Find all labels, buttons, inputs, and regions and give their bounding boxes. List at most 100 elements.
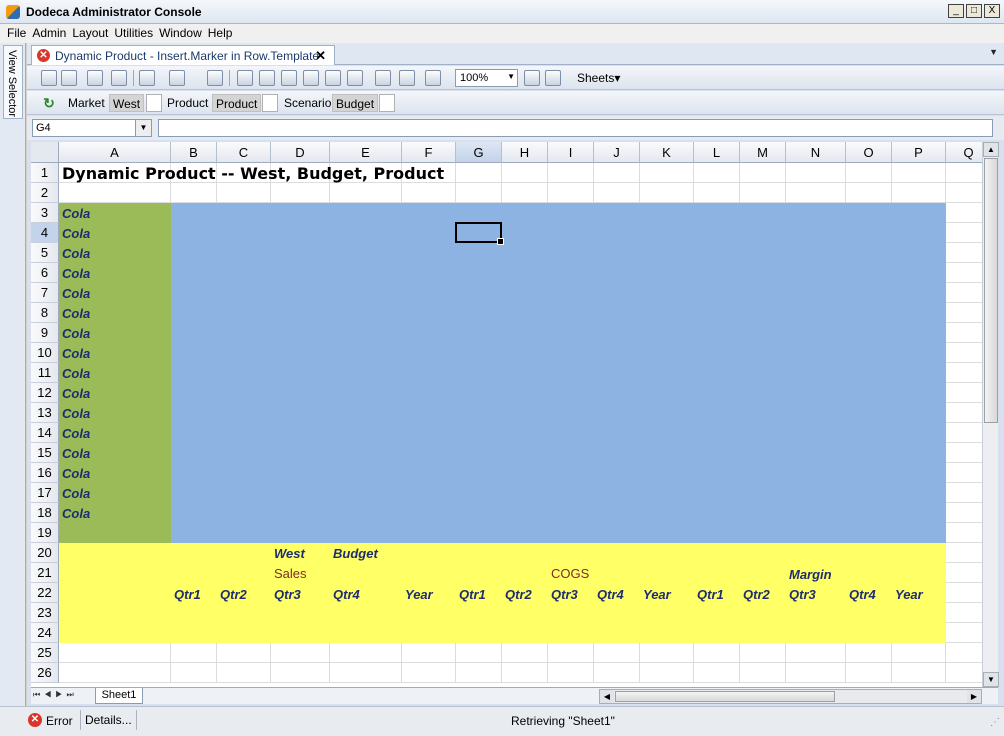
row-header-16[interactable]: 16 (31, 463, 59, 483)
row-header-7[interactable]: 7 (31, 283, 59, 303)
row-header-23[interactable]: 23 (31, 603, 59, 623)
column-header-b[interactable]: B (171, 142, 217, 163)
excel-export-icon[interactable] (111, 70, 127, 86)
scroll-up-icon[interactable]: ▲ (983, 142, 999, 157)
refresh-icon[interactable]: ↻ (41, 95, 57, 111)
column-header-q[interactable]: Q (946, 142, 982, 163)
error-icon[interactable]: ✕ (28, 713, 42, 727)
save-icon[interactable] (41, 70, 57, 86)
scenario-selector-box[interactable] (379, 94, 395, 112)
row-header-9[interactable]: 9 (31, 323, 59, 343)
row-header-17[interactable]: 17 (31, 483, 59, 503)
maximize-button[interactable]: □ (966, 4, 982, 18)
formula-input[interactable] (158, 119, 993, 137)
column-header-a[interactable]: A (59, 142, 171, 163)
excel-icon[interactable] (87, 70, 103, 86)
zoom-out-data-icon[interactable] (281, 70, 297, 86)
column-header-d[interactable]: D (271, 142, 330, 163)
chevron-down-icon[interactable]: ▼ (135, 120, 151, 136)
row-header-5[interactable]: 5 (31, 243, 59, 263)
horizontal-scrollbar[interactable]: ◀ ▶ (599, 689, 982, 704)
minimize-button[interactable]: _ (948, 4, 964, 18)
scroll-left-icon[interactable]: ◀ (600, 690, 614, 703)
row-header-14[interactable]: 14 (31, 423, 59, 443)
menu-file[interactable]: File (4, 24, 29, 43)
column-header-o[interactable]: O (846, 142, 892, 163)
comments-icon[interactable] (425, 70, 441, 86)
column-header-e[interactable]: E (330, 142, 402, 163)
close-tab-icon[interactable]: ✕ (315, 48, 326, 64)
view-selector-tab[interactable]: View Selector (3, 45, 23, 119)
row-header-26[interactable]: 26 (31, 663, 59, 683)
calculate-icon[interactable] (375, 70, 391, 86)
scroll-right-icon[interactable]: ▶ (967, 690, 981, 703)
row-header-15[interactable]: 15 (31, 443, 59, 463)
sheets-button[interactable]: Sheets▾ (577, 71, 620, 85)
column-header-n[interactable]: N (786, 142, 846, 163)
scenario-value[interactable]: Budget (332, 94, 379, 112)
menu-help[interactable]: Help (205, 24, 236, 43)
tab-list-dropdown-icon[interactable]: ▼ (989, 47, 998, 57)
row-header-22[interactable]: 22 (31, 583, 59, 603)
row-header-10[interactable]: 10 (31, 343, 59, 363)
market-value[interactable]: West (109, 94, 145, 112)
hierarchy-icon[interactable] (399, 70, 415, 86)
save-as-icon[interactable] (61, 70, 77, 86)
zoom-out-icon[interactable] (545, 70, 561, 86)
name-box[interactable]: G4 ▼ (32, 119, 152, 137)
row-header-4[interactable]: 4 (31, 223, 59, 243)
column-header-h[interactable]: H (502, 142, 548, 163)
pivot-icon[interactable] (347, 70, 363, 86)
column-header-j[interactable]: J (594, 142, 640, 163)
document-tab[interactable]: ✕ Dynamic Product - Insert.Marker in Row… (31, 45, 335, 65)
column-header-k[interactable]: K (640, 142, 694, 163)
selected-cell[interactable] (455, 222, 504, 245)
row-header-6[interactable]: 6 (31, 263, 59, 283)
keep-only-icon[interactable] (303, 70, 319, 86)
remove-only-icon[interactable] (325, 70, 341, 86)
row-header-11[interactable]: 11 (31, 363, 59, 383)
zoom-select[interactable]: 100% ▼ (455, 69, 518, 87)
row-header-21[interactable]: 21 (31, 563, 59, 583)
row-header-24[interactable]: 24 (31, 623, 59, 643)
row-header-2[interactable]: 2 (31, 183, 59, 203)
row-header-12[interactable]: 12 (31, 383, 59, 403)
column-header-c[interactable]: C (217, 142, 271, 163)
horizontal-scroll-thumb[interactable] (615, 691, 835, 702)
details-button[interactable]: Details... (80, 710, 137, 730)
menu-window[interactable]: Window (156, 24, 205, 43)
column-header-i[interactable]: I (548, 142, 594, 163)
vertical-scrollbar[interactable]: ▲ ▼ (982, 142, 999, 687)
menu-layout[interactable]: Layout (69, 24, 111, 43)
zoom-in-icon[interactable] (524, 70, 540, 86)
resize-grip-icon[interactable]: ⋰ (990, 717, 1000, 728)
row-header-1[interactable]: 1 (31, 163, 59, 183)
zoom-in-data-icon[interactable] (259, 70, 275, 86)
print-preview-icon[interactable] (169, 70, 185, 86)
row-header-8[interactable]: 8 (31, 303, 59, 323)
row-header-19[interactable]: 19 (31, 523, 59, 543)
column-header-f[interactable]: F (402, 142, 456, 163)
vertical-scroll-thumb[interactable] (984, 158, 998, 423)
row-header-25[interactable]: 25 (31, 643, 59, 663)
row-header-3[interactable]: 3 (31, 203, 59, 223)
sheet-tab[interactable]: Sheet1 (95, 688, 143, 704)
menu-admin[interactable]: Admin (29, 24, 69, 43)
product-selector-box[interactable] (262, 94, 278, 112)
column-header-g[interactable]: G (456, 142, 502, 163)
select-all-corner[interactable] (31, 142, 59, 163)
product-value[interactable]: Product (212, 94, 262, 112)
print-icon[interactable] (139, 70, 155, 86)
error-label[interactable]: Error (46, 714, 73, 728)
close-button[interactable]: X (984, 4, 1000, 18)
row-header-18[interactable]: 18 (31, 503, 59, 523)
spreadsheet-grid[interactable]: A B C D E F G H I J K L M N O P Q 1 2 3 4 5 6 7 8 9 10 11 12 13 14 15 16… (31, 142, 982, 687)
copy-icon[interactable] (207, 70, 223, 86)
sheet-nav-buttons[interactable]: ⏮◀▶⏭ (33, 690, 78, 700)
scroll-down-icon[interactable]: ▼ (983, 672, 999, 687)
column-header-m[interactable]: M (740, 142, 786, 163)
retrieve-icon[interactable] (237, 70, 253, 86)
menu-utilities[interactable]: Utilities (111, 24, 156, 43)
column-header-l[interactable]: L (694, 142, 740, 163)
row-header-20[interactable]: 20 (31, 543, 59, 563)
